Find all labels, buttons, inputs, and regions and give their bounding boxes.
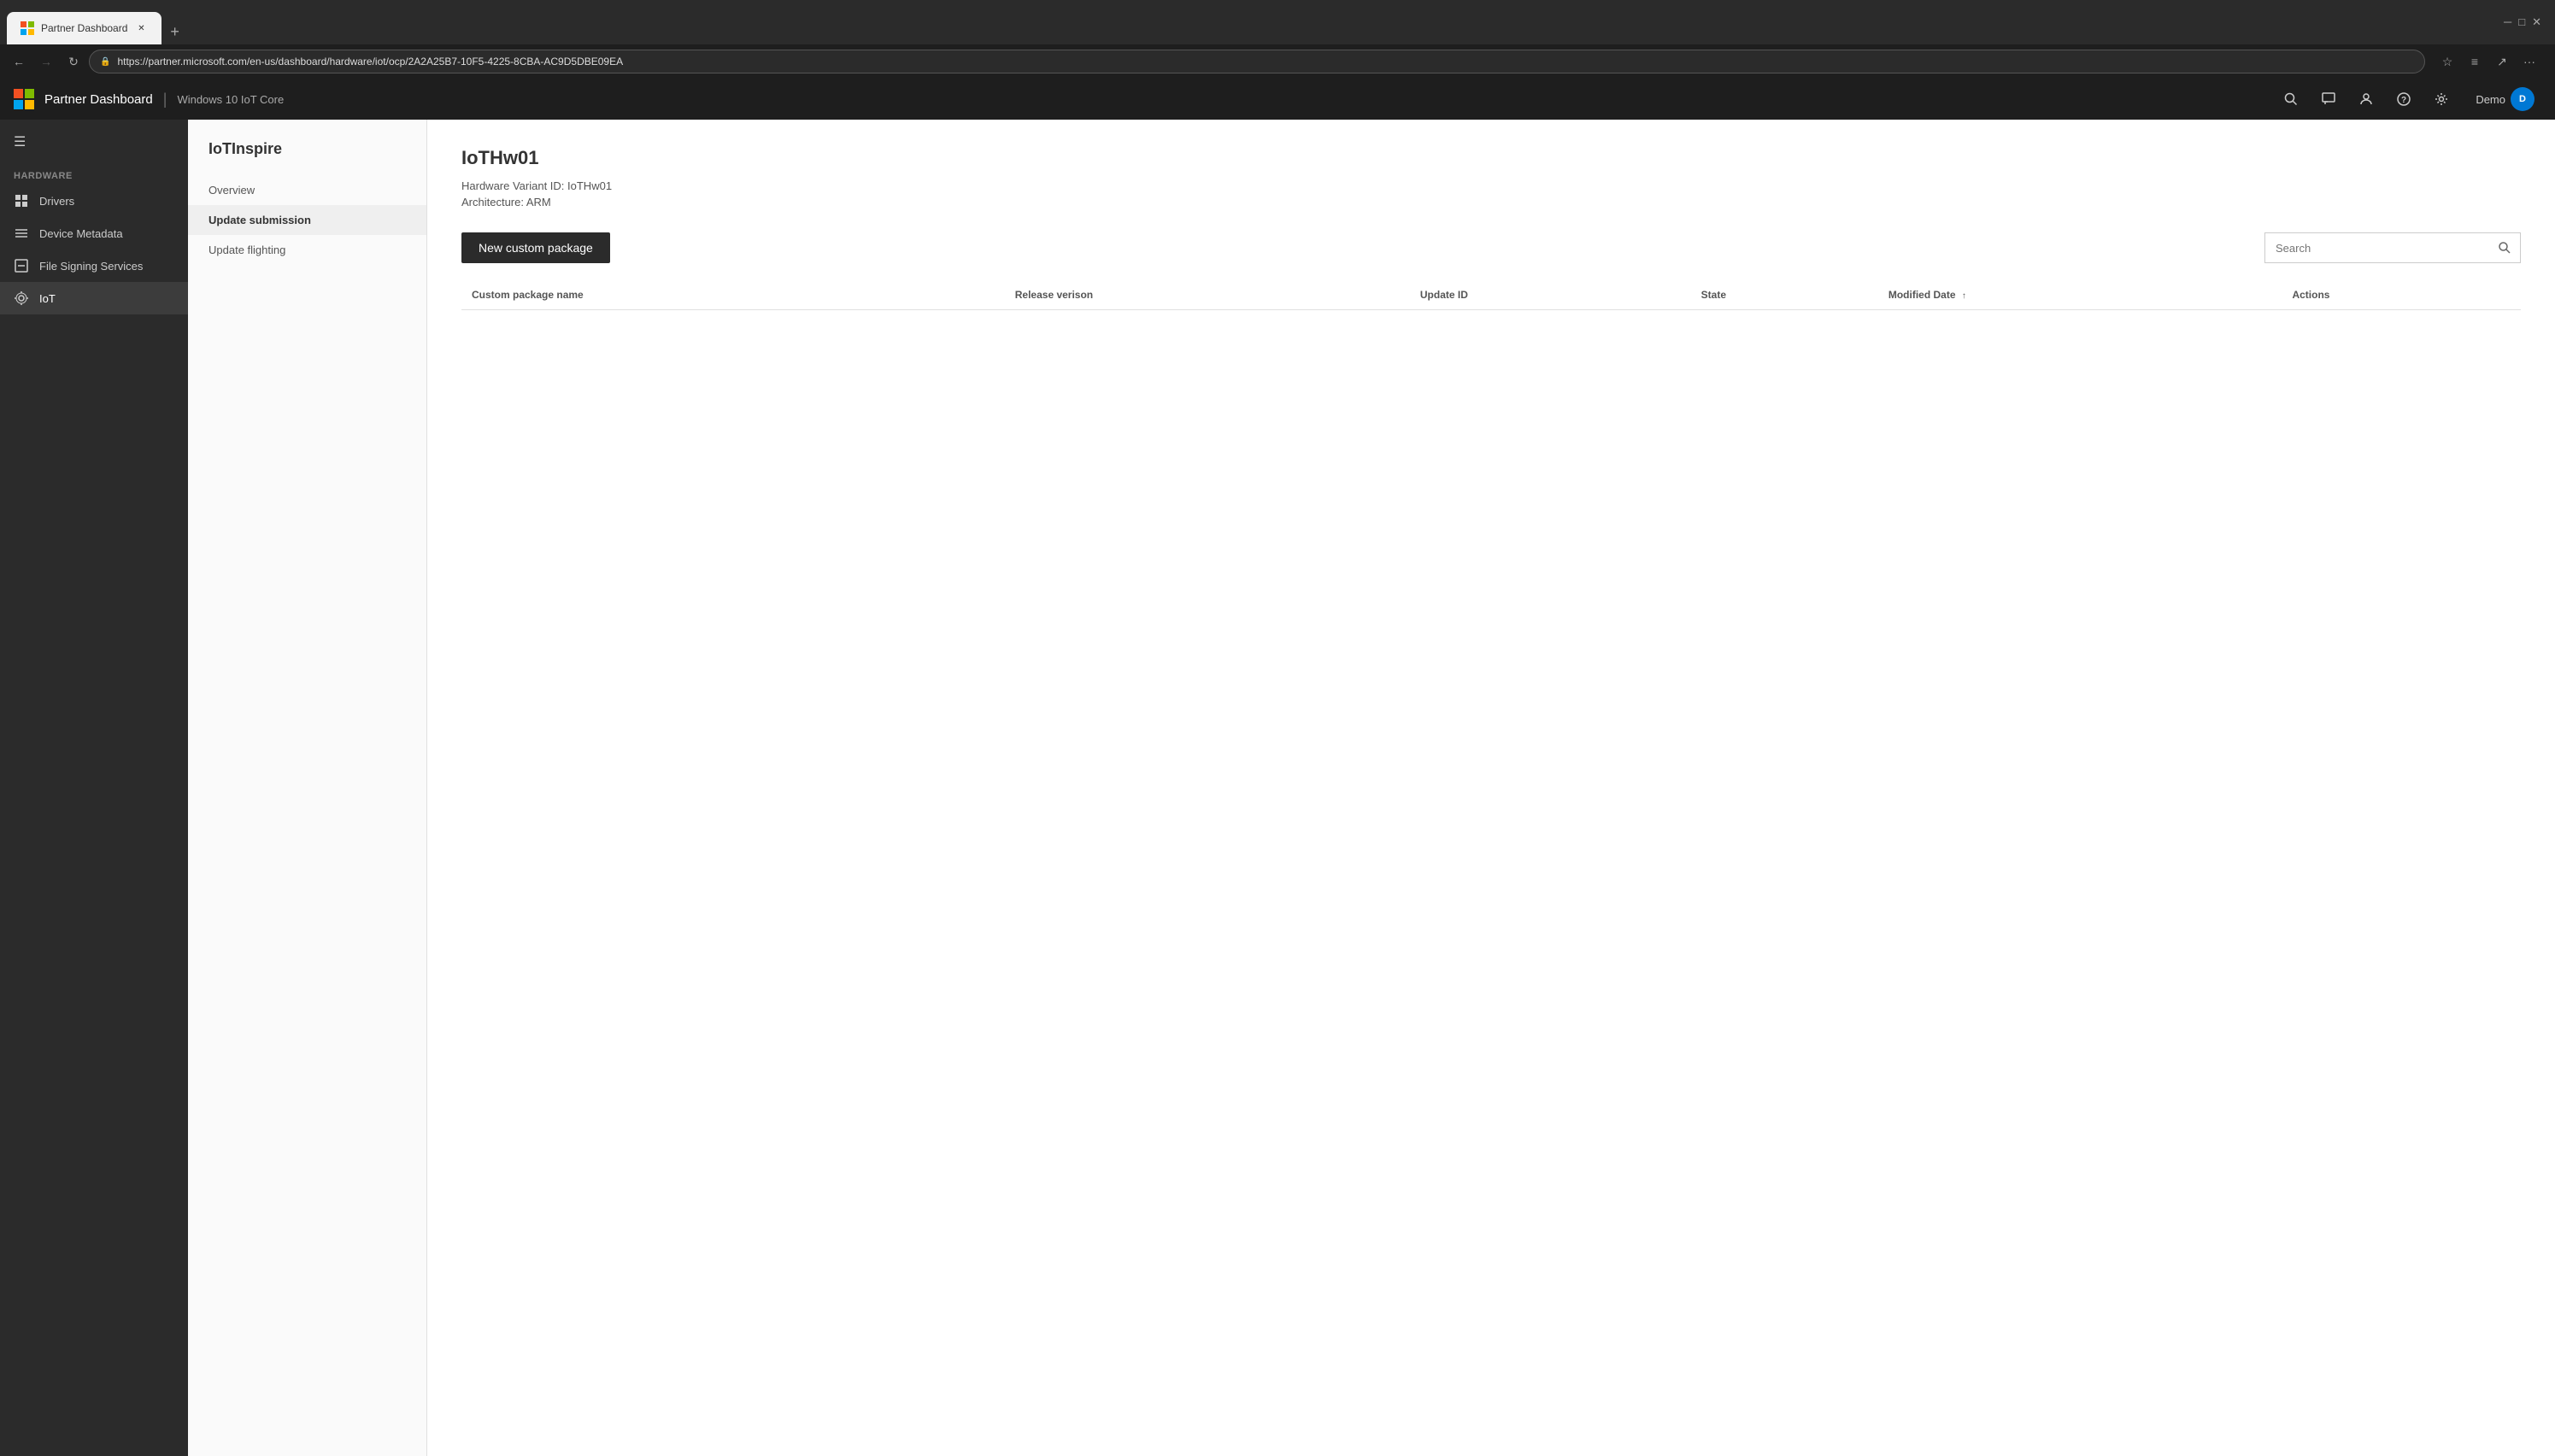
active-tab[interactable]: Partner Dashboard ✕ <box>7 12 162 44</box>
svg-text:?: ? <box>2401 96 2406 105</box>
device-metadata-icon <box>14 226 29 241</box>
col-header-state[interactable]: State <box>1691 280 1878 310</box>
reload-btn[interactable]: ↻ <box>62 50 85 73</box>
more-btn[interactable]: ··· <box>2517 50 2541 73</box>
meta-variant-id: Hardware Variant ID: IoTHw01 <box>461 179 2521 192</box>
meta-architecture: Architecture: ARM <box>461 196 2521 208</box>
col-header-name[interactable]: Custom package name <box>461 280 1005 310</box>
hamburger-icon[interactable]: ☰ <box>0 126 188 164</box>
back-btn[interactable]: ← <box>7 50 31 73</box>
tab-favicon <box>21 21 34 35</box>
sidebar: ☰ HARDWARE Drivers <box>0 120 188 1456</box>
sidebar-label-iot: IoT <box>39 292 56 305</box>
browser-chrome: Partner Dashboard ✕ + ─ □ ✕ <box>0 0 2555 44</box>
col-header-actions[interactable]: Actions <box>2282 280 2521 310</box>
topbar-title: Partner Dashboard <box>44 92 153 107</box>
user-name: Demo <box>2476 93 2505 106</box>
ms-logo <box>14 89 34 109</box>
sidebar-section-hardware: HARDWARE <box>0 164 188 185</box>
content-panel: IoTInspire Overview Update submission Up… <box>188 120 2555 1456</box>
sidebar-item-file-signing[interactable]: File Signing Services <box>0 250 188 282</box>
topbar-subtitle: Windows 10 IoT Core <box>177 93 284 106</box>
search-input[interactable] <box>2265 242 2489 255</box>
tab-close-btn[interactable]: ✕ <box>134 21 148 35</box>
col-header-release[interactable]: Release verison <box>1005 280 1410 310</box>
share-btn[interactable]: ↗ <box>2490 50 2514 73</box>
forward-btn[interactable]: → <box>34 50 58 73</box>
main-layout: ☰ HARDWARE Drivers <box>0 120 2555 1456</box>
browser-nav: ← → ↻ 🔒 https://partner.microsoft.com/en… <box>0 44 2555 79</box>
sidebar-item-iot[interactable]: IoT <box>0 282 188 314</box>
sidebar-label-drivers: Drivers <box>39 195 74 208</box>
sidebar-label-file-signing: File Signing Services <box>39 260 143 273</box>
page-title: IoTHw01 <box>461 147 2521 169</box>
chat-icon-btn[interactable] <box>2311 82 2346 116</box>
sub-nav: IoTInspire Overview Update submission Up… <box>188 120 427 1456</box>
user-avatar: D <box>2511 87 2534 111</box>
settings-icon-btn[interactable] <box>2424 82 2458 116</box>
hub-btn[interactable]: ≡ <box>2463 50 2487 73</box>
sidebar-item-drivers[interactable]: Drivers <box>0 185 188 217</box>
favorites-btn[interactable]: ☆ <box>2435 50 2459 73</box>
subnav-item-update-flighting[interactable]: Update flighting <box>188 235 426 265</box>
data-table: Custom package name Release verison Upda… <box>461 280 2521 310</box>
maximize-btn[interactable]: □ <box>2518 15 2525 29</box>
table-header-row: Custom package name Release verison Upda… <box>461 280 2521 310</box>
main-content: IoTHw01 Hardware Variant ID: IoTHw01 Arc… <box>427 120 2555 1456</box>
col-header-update-id[interactable]: Update ID <box>1410 280 1691 310</box>
close-btn[interactable]: ✕ <box>2532 15 2541 29</box>
toolbar: New custom package <box>461 232 2521 263</box>
search-box[interactable] <box>2264 232 2521 263</box>
subnav-item-overview[interactable]: Overview <box>188 175 426 205</box>
address-bar[interactable]: 🔒 https://partner.microsoft.com/en-us/da… <box>89 50 2425 73</box>
nav-actions: ☆ ≡ ↗ ··· <box>2429 50 2548 73</box>
subnav-item-update-submission[interactable]: Update submission <box>188 205 426 235</box>
browser-tabs: Partner Dashboard ✕ + <box>7 0 186 44</box>
tab-title: Partner Dashboard <box>41 22 127 34</box>
col-header-modified[interactable]: Modified Date ↑ <box>1878 280 2282 310</box>
app-shell: Partner Dashboard | Windows 10 IoT Core <box>0 79 2555 1456</box>
new-custom-package-btn[interactable]: New custom package <box>461 232 610 263</box>
minimize-btn[interactable]: ─ <box>2504 15 2511 29</box>
search-icon-btn[interactable] <box>2274 82 2308 116</box>
topbar-divider: | <box>163 91 167 109</box>
url-text: https://partner.microsoft.com/en-us/dash… <box>117 56 623 68</box>
help-icon-btn[interactable]: ? <box>2387 82 2421 116</box>
sidebar-label-device-metadata: Device Metadata <box>39 227 123 240</box>
sort-icon-modified: ↑ <box>1962 291 1966 301</box>
lock-icon: 🔒 <box>100 57 110 67</box>
drivers-icon <box>14 193 29 208</box>
top-bar: Partner Dashboard | Windows 10 IoT Core <box>0 79 2555 120</box>
top-bar-icons: ? <box>2274 82 2458 116</box>
sidebar-item-device-metadata[interactable]: Device Metadata <box>0 217 188 250</box>
iot-icon <box>14 291 29 306</box>
search-icon[interactable] <box>2489 232 2520 263</box>
file-signing-icon <box>14 258 29 273</box>
people-icon-btn[interactable] <box>2349 82 2383 116</box>
subnav-title: IoTInspire <box>188 140 426 175</box>
user-area[interactable]: Demo D <box>2469 84 2541 114</box>
new-tab-btn[interactable]: + <box>163 20 186 44</box>
